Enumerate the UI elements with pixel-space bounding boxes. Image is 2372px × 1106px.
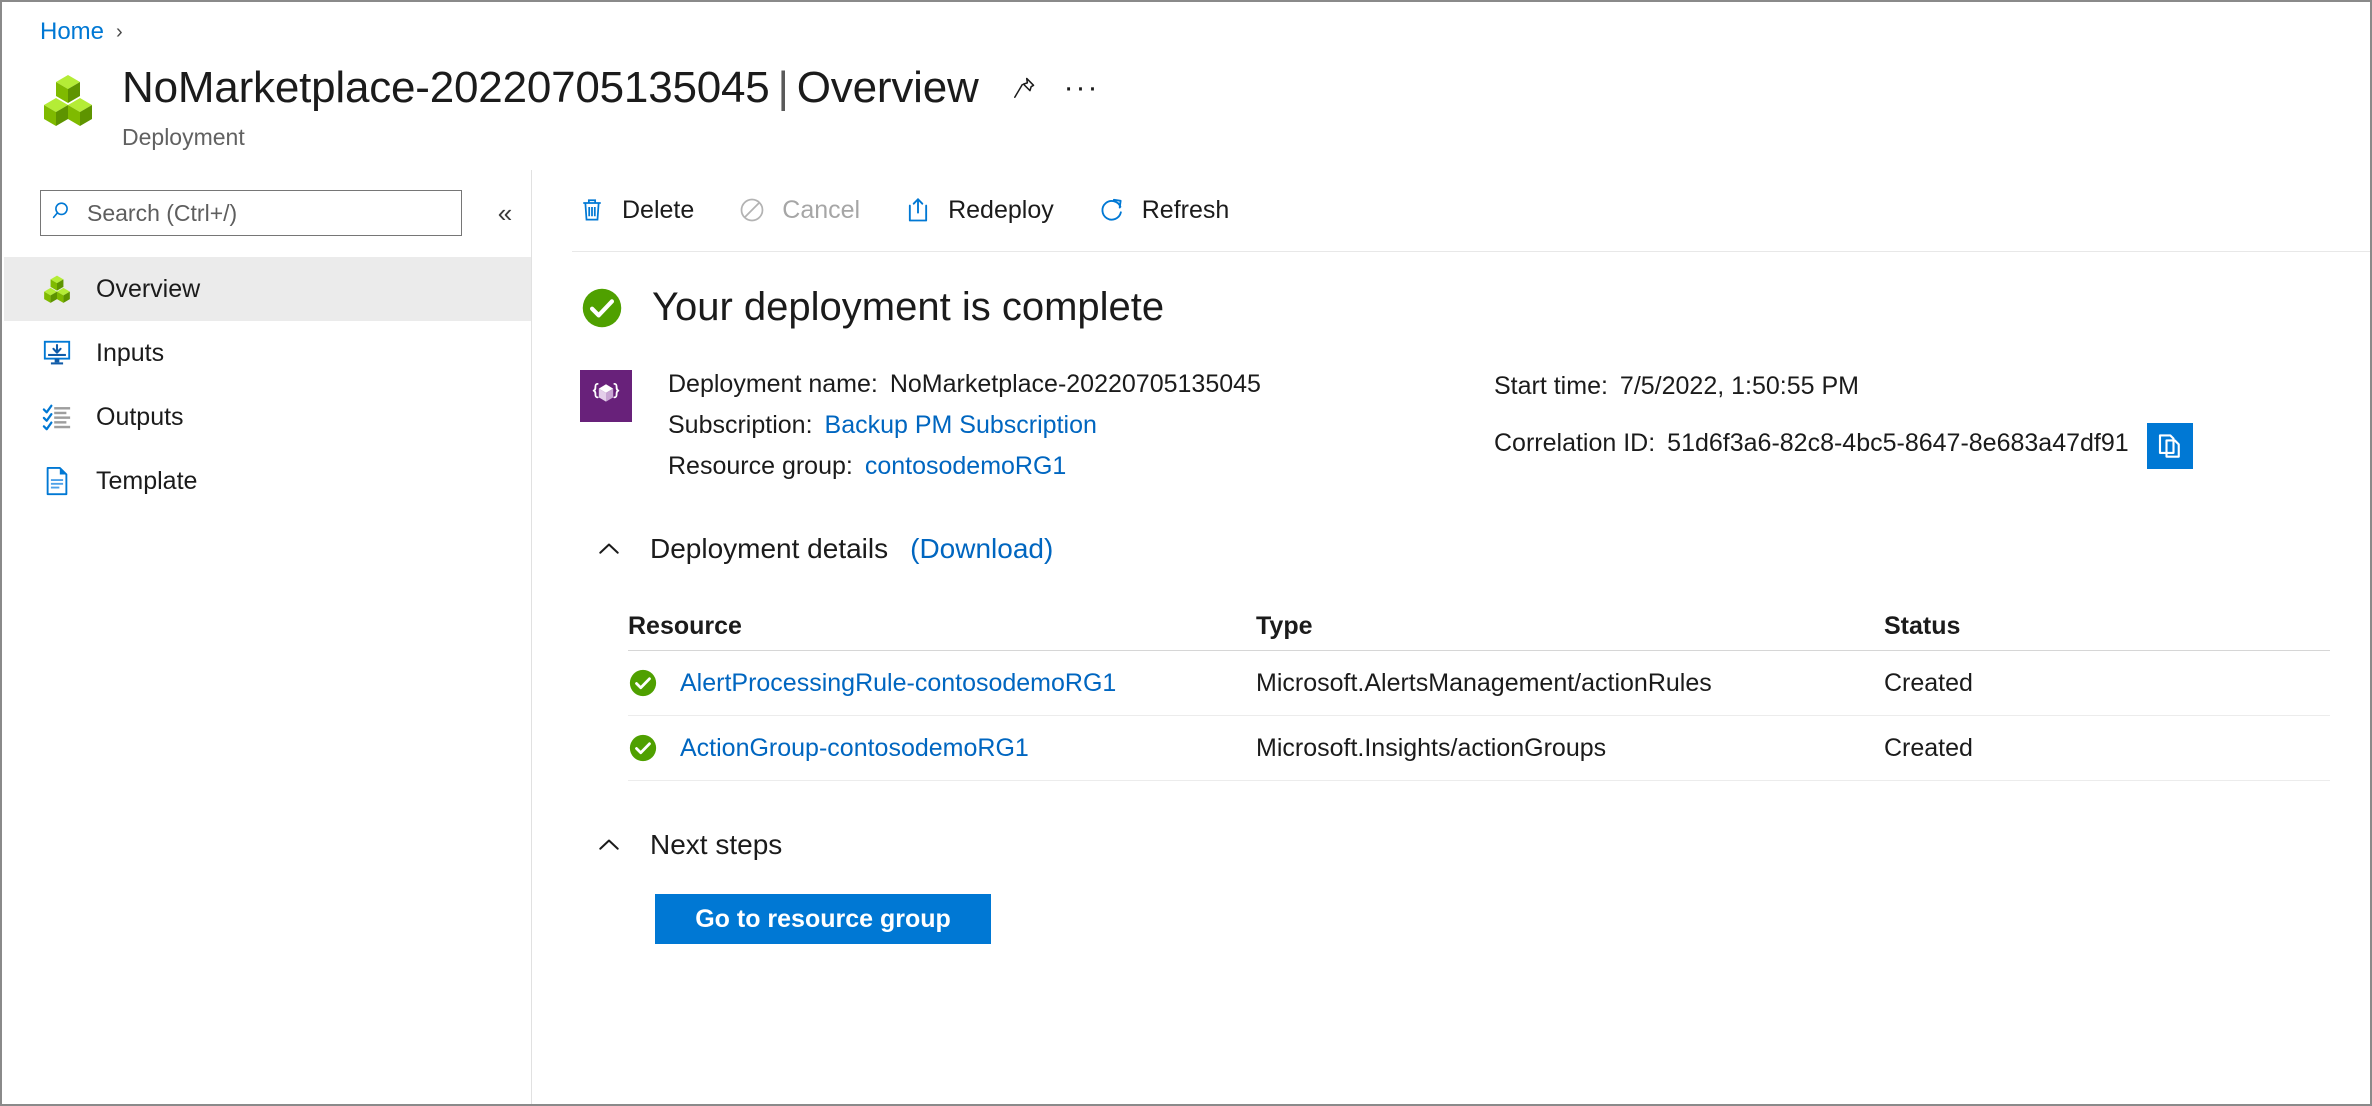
deployment-summary: Deployment name: NoMarketplace-202207051… [580,370,1261,489]
command-toolbar: Delete Cancel Redeploy Refresh [574,184,1269,236]
deployment-name-value: NoMarketplace-20220705135045 [889,370,1261,398]
breadcrumb-separator-icon: › [116,20,123,43]
toolbar-divider [572,251,2370,252]
chevron-up-icon[interactable] [592,532,626,566]
arm-template-icon [580,370,632,422]
search-input[interactable] [85,198,429,228]
double-chevron-left-icon[interactable]: « [482,190,528,236]
chevron-up-icon[interactable] [592,828,626,862]
green-check-circle-icon [628,733,658,763]
search-icon [51,199,75,228]
next-steps-title: Next steps [650,829,783,860]
start-time-label: Start time: [1494,372,1608,400]
cancel-button: Cancel [734,184,878,236]
subscription-link[interactable]: Backup PM Subscription [825,411,1097,440]
outputs-checklist-icon [40,400,74,434]
table-cell-resource: AlertProcessingRule-contosodemoRG1 [628,668,1256,698]
table-cell-type: Microsoft.AlertsManagement/actionRules [1256,668,1712,697]
deployment-summary-fields: Deployment name: NoMarketplace-202207051… [668,370,1261,489]
resource-group-link[interactable]: contosodemoRG1 [865,452,1067,481]
page-header: NoMarketplace-20220705135045 | Overview ··… [40,58,1103,151]
redeploy-button-label: Redeploy [948,195,1054,224]
table-row: AlertProcessingRule-contosodemoRG1 Micro… [628,651,2330,716]
sidebar-item-inputs[interactable]: Inputs [4,321,531,385]
resource-link[interactable]: ActionGroup-contosodemoRG1 [680,734,1029,763]
page-title-resource: NoMarketplace-20220705135045 [122,63,770,112]
deployment-resources-table: Resource Type Status AlertProcessingRule… [628,602,2330,781]
pin-icon[interactable] [1003,67,1045,109]
table-header-row: Resource Type Status [628,602,2330,651]
column-header-status: Status [1884,611,1961,640]
cubes-icon [40,272,74,306]
subscription-row: Subscription: Backup PM Subscription [668,411,1261,448]
correlation-id-value: 51d6f3a6-82c8-4bc5-8647-8e683a47df91 [1667,429,2129,457]
copy-to-clipboard-icon[interactable] [2146,423,2193,469]
refresh-button[interactable]: Refresh [1094,184,1248,236]
trash-icon [576,194,608,226]
upload-box-icon [902,194,934,226]
go-to-resource-group-button[interactable]: Go to resource group [655,894,991,944]
azure-portal-deployment-blade: Home › NoMarketplace-20220705135045 | Over… [0,0,2372,1106]
sidebar-item-template[interactable]: Template [4,449,531,513]
sidebar-search-row: « [40,190,528,236]
page-title-separator: | [777,63,789,112]
sidebar-item-label: Inputs [96,338,165,367]
deployment-name-label: Deployment name: [668,370,878,398]
sidebar-item-label: Overview [96,274,201,303]
ellipsis-icon[interactable]: ··· [1061,67,1103,109]
resource-link[interactable]: AlertProcessingRule-contosodemoRG1 [680,669,1116,698]
table-cell-status: Created [1884,733,1973,762]
correlation-id-row: Correlation ID: 51d6f3a6-82c8-4bc5-8647-… [1494,413,2193,469]
resource-group-label: Resource group: [668,452,853,480]
deployment-status-text: Your deployment is complete [652,285,1165,329]
sidebar-item-label: Outputs [96,402,184,431]
page-title-block: NoMarketplace-20220705135045 | Overview ··… [122,58,1103,151]
green-check-circle-icon [628,668,658,698]
column-header-type: Type [1256,611,1313,640]
cancel-circle-slash-icon [736,194,768,226]
deployment-details-header: Deployment details (Download) [592,532,1053,566]
page-subtitle: Deployment [122,124,245,150]
deployment-summary-right: Start time: 7/5/2022, 1:50:55 PM Correla… [1494,372,2193,469]
sidebar-item-outputs[interactable]: Outputs [4,385,531,449]
sidebar-divider [531,170,532,1104]
start-time-value: 7/5/2022, 1:50:55 PM [1619,372,1859,400]
deployment-name-row: Deployment name: NoMarketplace-202207051… [668,370,1261,407]
template-document-icon [40,464,74,498]
deployment-details-title: Deployment details [650,533,889,564]
delete-button[interactable]: Delete [574,184,712,236]
column-header-resource: Resource [628,611,742,640]
deployment-cubes-icon [40,72,96,128]
sidebar-item-overview[interactable]: Overview [4,257,531,321]
delete-button-label: Delete [622,195,695,224]
table-row: ActionGroup-contosodemoRG1 Microsoft.Ins… [628,716,2330,781]
table-cell-status: Created [1884,668,1973,697]
sidebar-item-label: Template [96,466,198,495]
page-title: NoMarketplace-20220705135045 | Overview [122,63,979,113]
next-steps-header: Next steps [592,828,782,862]
subscription-label: Subscription: [668,411,813,439]
refresh-button-label: Refresh [1141,195,1230,224]
table-cell-type: Microsoft.Insights/actionGroups [1256,733,1607,762]
breadcrumb-item-home[interactable]: Home [40,18,104,46]
resource-group-row: Resource group: contosodemoRG1 [668,452,1261,489]
download-link[interactable]: (Download) [910,533,1053,565]
breadcrumb: Home › [40,12,123,52]
page-title-line: NoMarketplace-20220705135045 | Overview ··… [122,58,1103,118]
deployment-status-headline: Your deployment is complete [580,285,1164,330]
page-title-blade: Overview [796,63,979,112]
start-time-row: Start time: 7/5/2022, 1:50:55 PM [1494,372,2193,409]
cancel-button-label: Cancel [782,195,861,224]
inputs-monitor-icon [40,336,74,370]
sidebar-nav: Overview Inputs Outputs Template [4,257,531,513]
refresh-circular-arrow-icon [1096,194,1128,226]
search-box[interactable] [40,190,462,236]
redeploy-button[interactable]: Redeploy [900,184,1072,236]
green-check-circle-icon [580,286,624,330]
table-cell-resource: ActionGroup-contosodemoRG1 [628,733,1256,763]
correlation-id-label: Correlation ID: [1494,429,1656,457]
